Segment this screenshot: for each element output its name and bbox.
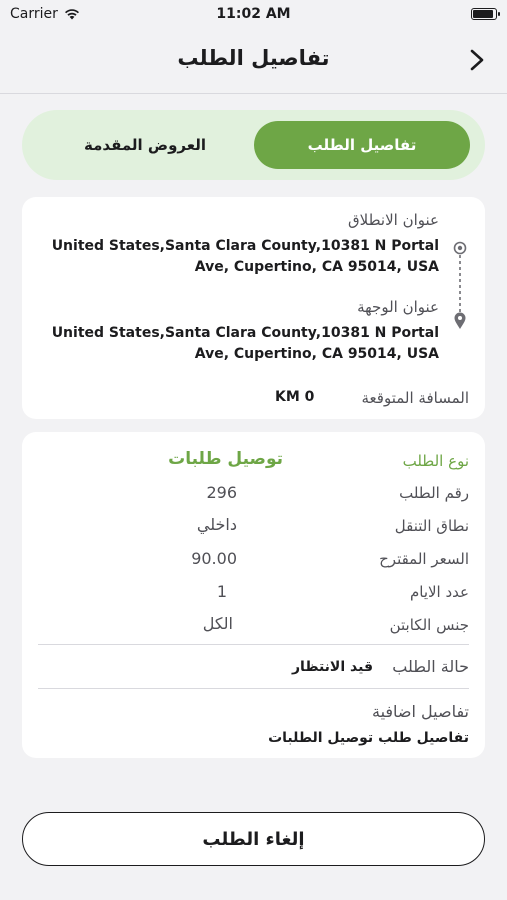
nav-bar: تفاصيل الطلب	[0, 30, 507, 94]
route-card: عنوان الانطلاق United States,Santa Clara…	[22, 197, 485, 419]
extra-details-value: تفاصيل طلب توصيل الطلبات	[268, 730, 469, 746]
divider	[38, 644, 469, 645]
captain-gender-label: جنس الكابتن	[389, 616, 469, 634]
tab-order-details[interactable]: تفاصيل الطلب	[254, 121, 470, 169]
extra-details-label: تفاصيل اضافية	[372, 702, 469, 721]
order-details-card: نوع الطلب توصيل طلبات رقم الطلب 296 نطاق…	[22, 432, 485, 758]
dropoff-label: عنوان الوجهة	[357, 298, 439, 316]
order-number-label: رقم الطلب	[399, 484, 469, 502]
order-number-value: 296	[206, 483, 237, 502]
order-type-label: نوع الطلب	[402, 452, 469, 470]
chevron-right-icon	[470, 49, 484, 71]
order-status-value: قيد الانتظار	[292, 659, 373, 675]
back-button[interactable]	[463, 46, 491, 74]
dropoff-address: United States,Santa Clara County,10381 N…	[51, 325, 439, 362]
tab-offers[interactable]: العروض المقدمة	[37, 121, 253, 169]
days-count-value: 1	[216, 582, 227, 601]
days-count-label: عدد الايام	[409, 583, 469, 601]
tab-switcher: تفاصيل الطلب العروض المقدمة	[22, 110, 485, 180]
cancel-order-button[interactable]: إلغاء الطلب	[22, 812, 485, 866]
status-time: 11:02 AM	[216, 6, 291, 22]
order-type-value: توصيل طلبات	[168, 449, 283, 469]
suggested-price-value: 90.00	[191, 549, 237, 568]
suggested-price-label: السعر المقترح	[379, 550, 469, 568]
route-line-icon	[453, 241, 467, 329]
status-bar: Carrier 11:02 AM	[0, 0, 507, 30]
captain-gender-value: الكل	[202, 614, 233, 633]
travel-scope-value: داخلي	[196, 515, 237, 534]
order-status-label: حالة الطلب	[392, 657, 469, 676]
battery-icon	[471, 8, 500, 20]
pickup-address: United States,Santa Clara County,10381 N…	[51, 238, 439, 275]
page-title: تفاصيل الطلب	[177, 46, 330, 70]
divider	[38, 688, 469, 689]
travel-scope-label: نطاق التنقل	[394, 517, 469, 535]
pickup-label: عنوان الانطلاق	[348, 211, 439, 229]
distance-label: المسافة المتوقعة	[361, 389, 469, 407]
distance-value: KM 0	[275, 389, 315, 405]
